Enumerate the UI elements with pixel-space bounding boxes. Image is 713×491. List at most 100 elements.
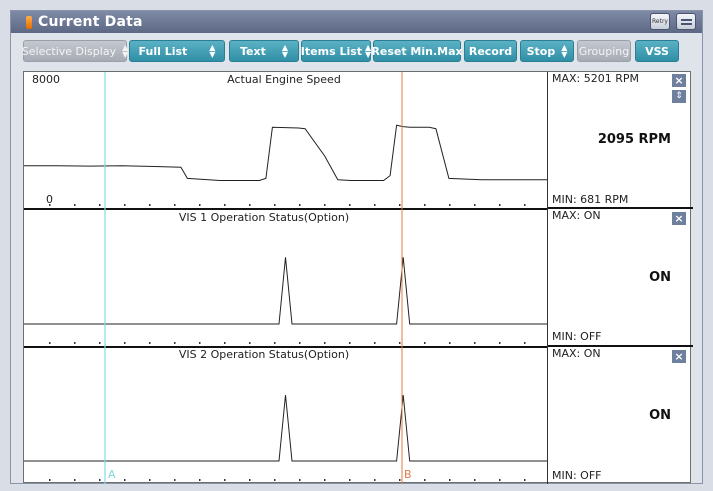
chart-title-vis2: VIS 2 Operation Status(Option) (178, 348, 350, 361)
updown-icon: ▲ ▼ (209, 43, 216, 59)
x-tick (374, 204, 376, 206)
x-tick (499, 342, 501, 344)
selective-display-button[interactable]: Selective Display ▲ ▼ (21, 40, 128, 62)
items-list-button[interactable]: Items List ▲ ▼ (301, 40, 371, 62)
x-tick (124, 479, 126, 481)
graph-panel: Actual Engine Speed 8000 0 VIS 1 Operati… (23, 71, 693, 484)
title-bar: Current Data Retry (11, 11, 702, 33)
x-tick (224, 342, 226, 344)
record-button[interactable]: Record (464, 40, 517, 62)
x-tick (499, 479, 501, 481)
x-tick (424, 342, 426, 344)
x-tick (274, 342, 276, 344)
vis2-value-panel: MAX: ON × ON MIN: OFF (548, 347, 693, 484)
x-tick (474, 479, 476, 481)
x-tick (174, 204, 176, 206)
series-line-1 (24, 124, 547, 181)
x-tick (249, 342, 251, 344)
x-tick (374, 342, 376, 344)
x-tick (249, 204, 251, 206)
items-list-label: Items List (300, 44, 363, 58)
chart-title-engine-speed: Actual Engine Speed (227, 73, 341, 86)
x-tick (524, 342, 526, 344)
x-tick (149, 204, 151, 206)
engine-speed-value-panel: MAX: 5201 RPM × ⇕ 2095 RPM MIN: 681 RPM (548, 72, 693, 209)
graph-area[interactable] (24, 72, 547, 484)
x-tick (324, 204, 326, 206)
min-value: MIN: OFF (552, 469, 602, 482)
x-tick (424, 479, 426, 481)
x-tick (99, 342, 101, 344)
chart-title-vis1: VIS 1 Operation Status(Option) (178, 211, 350, 224)
x-tick (449, 204, 451, 206)
x-tick (349, 342, 351, 344)
current-value: 2095 RPM (597, 132, 671, 147)
x-tick (399, 479, 401, 481)
x-tick (474, 204, 476, 206)
x-tick (99, 204, 101, 206)
x-tick (524, 204, 526, 206)
updown-icon: ▲ ▼ (281, 43, 288, 59)
full-list-button[interactable]: Full List ▲ ▼ (129, 40, 225, 62)
full-list-label: Full List (138, 44, 188, 58)
menu-icon (680, 18, 692, 21)
y-max-label: 8000 (32, 73, 60, 86)
x-tick (199, 204, 201, 206)
x-tick (474, 342, 476, 344)
x-tick (124, 204, 126, 206)
menu-button[interactable] (676, 13, 696, 30)
max-value: MAX: 5201 RPM (552, 72, 640, 85)
x-tick (199, 342, 201, 344)
grouping-button[interactable]: Grouping (577, 40, 631, 62)
x-tick (224, 204, 226, 206)
x-tick (49, 342, 51, 344)
current-value: ON (649, 270, 671, 285)
stop-label: Stop (526, 44, 556, 58)
x-tick (349, 204, 351, 206)
text-label: Text (239, 44, 266, 58)
x-tick (249, 479, 251, 481)
vss-button[interactable]: VSS (635, 40, 679, 62)
x-tick (149, 342, 151, 344)
x-tick (424, 204, 426, 206)
x-tick (74, 342, 76, 344)
x-tick (299, 204, 301, 206)
x-tick (324, 479, 326, 481)
x-tick (449, 479, 451, 481)
min-value: MIN: OFF (552, 330, 602, 343)
x-tick (49, 479, 51, 481)
series-line-3 (24, 394, 547, 462)
x-tick (274, 479, 276, 481)
updown-icon: ▲ ▼ (365, 43, 372, 59)
reset-min-max-button[interactable]: Reset Min.Max (371, 40, 463, 62)
close-icon[interactable]: × (672, 74, 686, 87)
vis1-value-panel: MAX: ON × ON MIN: OFF (548, 209, 693, 347)
retry-button[interactable]: Retry (650, 13, 670, 30)
selective-display-label: Selective Display (21, 44, 117, 58)
x-tick (399, 342, 401, 344)
cursor-b-label: B (404, 468, 412, 481)
text-button[interactable]: Text ▲ ▼ (229, 40, 299, 62)
x-tick (274, 204, 276, 206)
x-tick (324, 342, 326, 344)
max-value: MAX: ON (552, 347, 601, 360)
window-title: Current Data (38, 14, 143, 30)
move-icon[interactable]: ⇕ (672, 90, 686, 103)
min-value: MIN: 681 RPM (552, 193, 629, 206)
x-tick (449, 342, 451, 344)
x-tick (299, 479, 301, 481)
x-tick (174, 342, 176, 344)
stop-button[interactable]: Stop ▲ ▼ (520, 40, 574, 62)
close-icon[interactable]: × (672, 212, 686, 225)
x-tick (399, 204, 401, 206)
close-icon[interactable]: × (672, 350, 686, 363)
x-tick (299, 342, 301, 344)
x-tick (349, 479, 351, 481)
x-tick (174, 479, 176, 481)
toolbar: Selective Display ▲ ▼ Full List ▲ ▼ Text ▲… (11, 40, 702, 64)
x-tick (124, 342, 126, 344)
x-tick (74, 479, 76, 481)
series-line-2 (24, 257, 547, 325)
x-tick (524, 479, 526, 481)
updown-icon: ▲ ▼ (561, 43, 568, 59)
